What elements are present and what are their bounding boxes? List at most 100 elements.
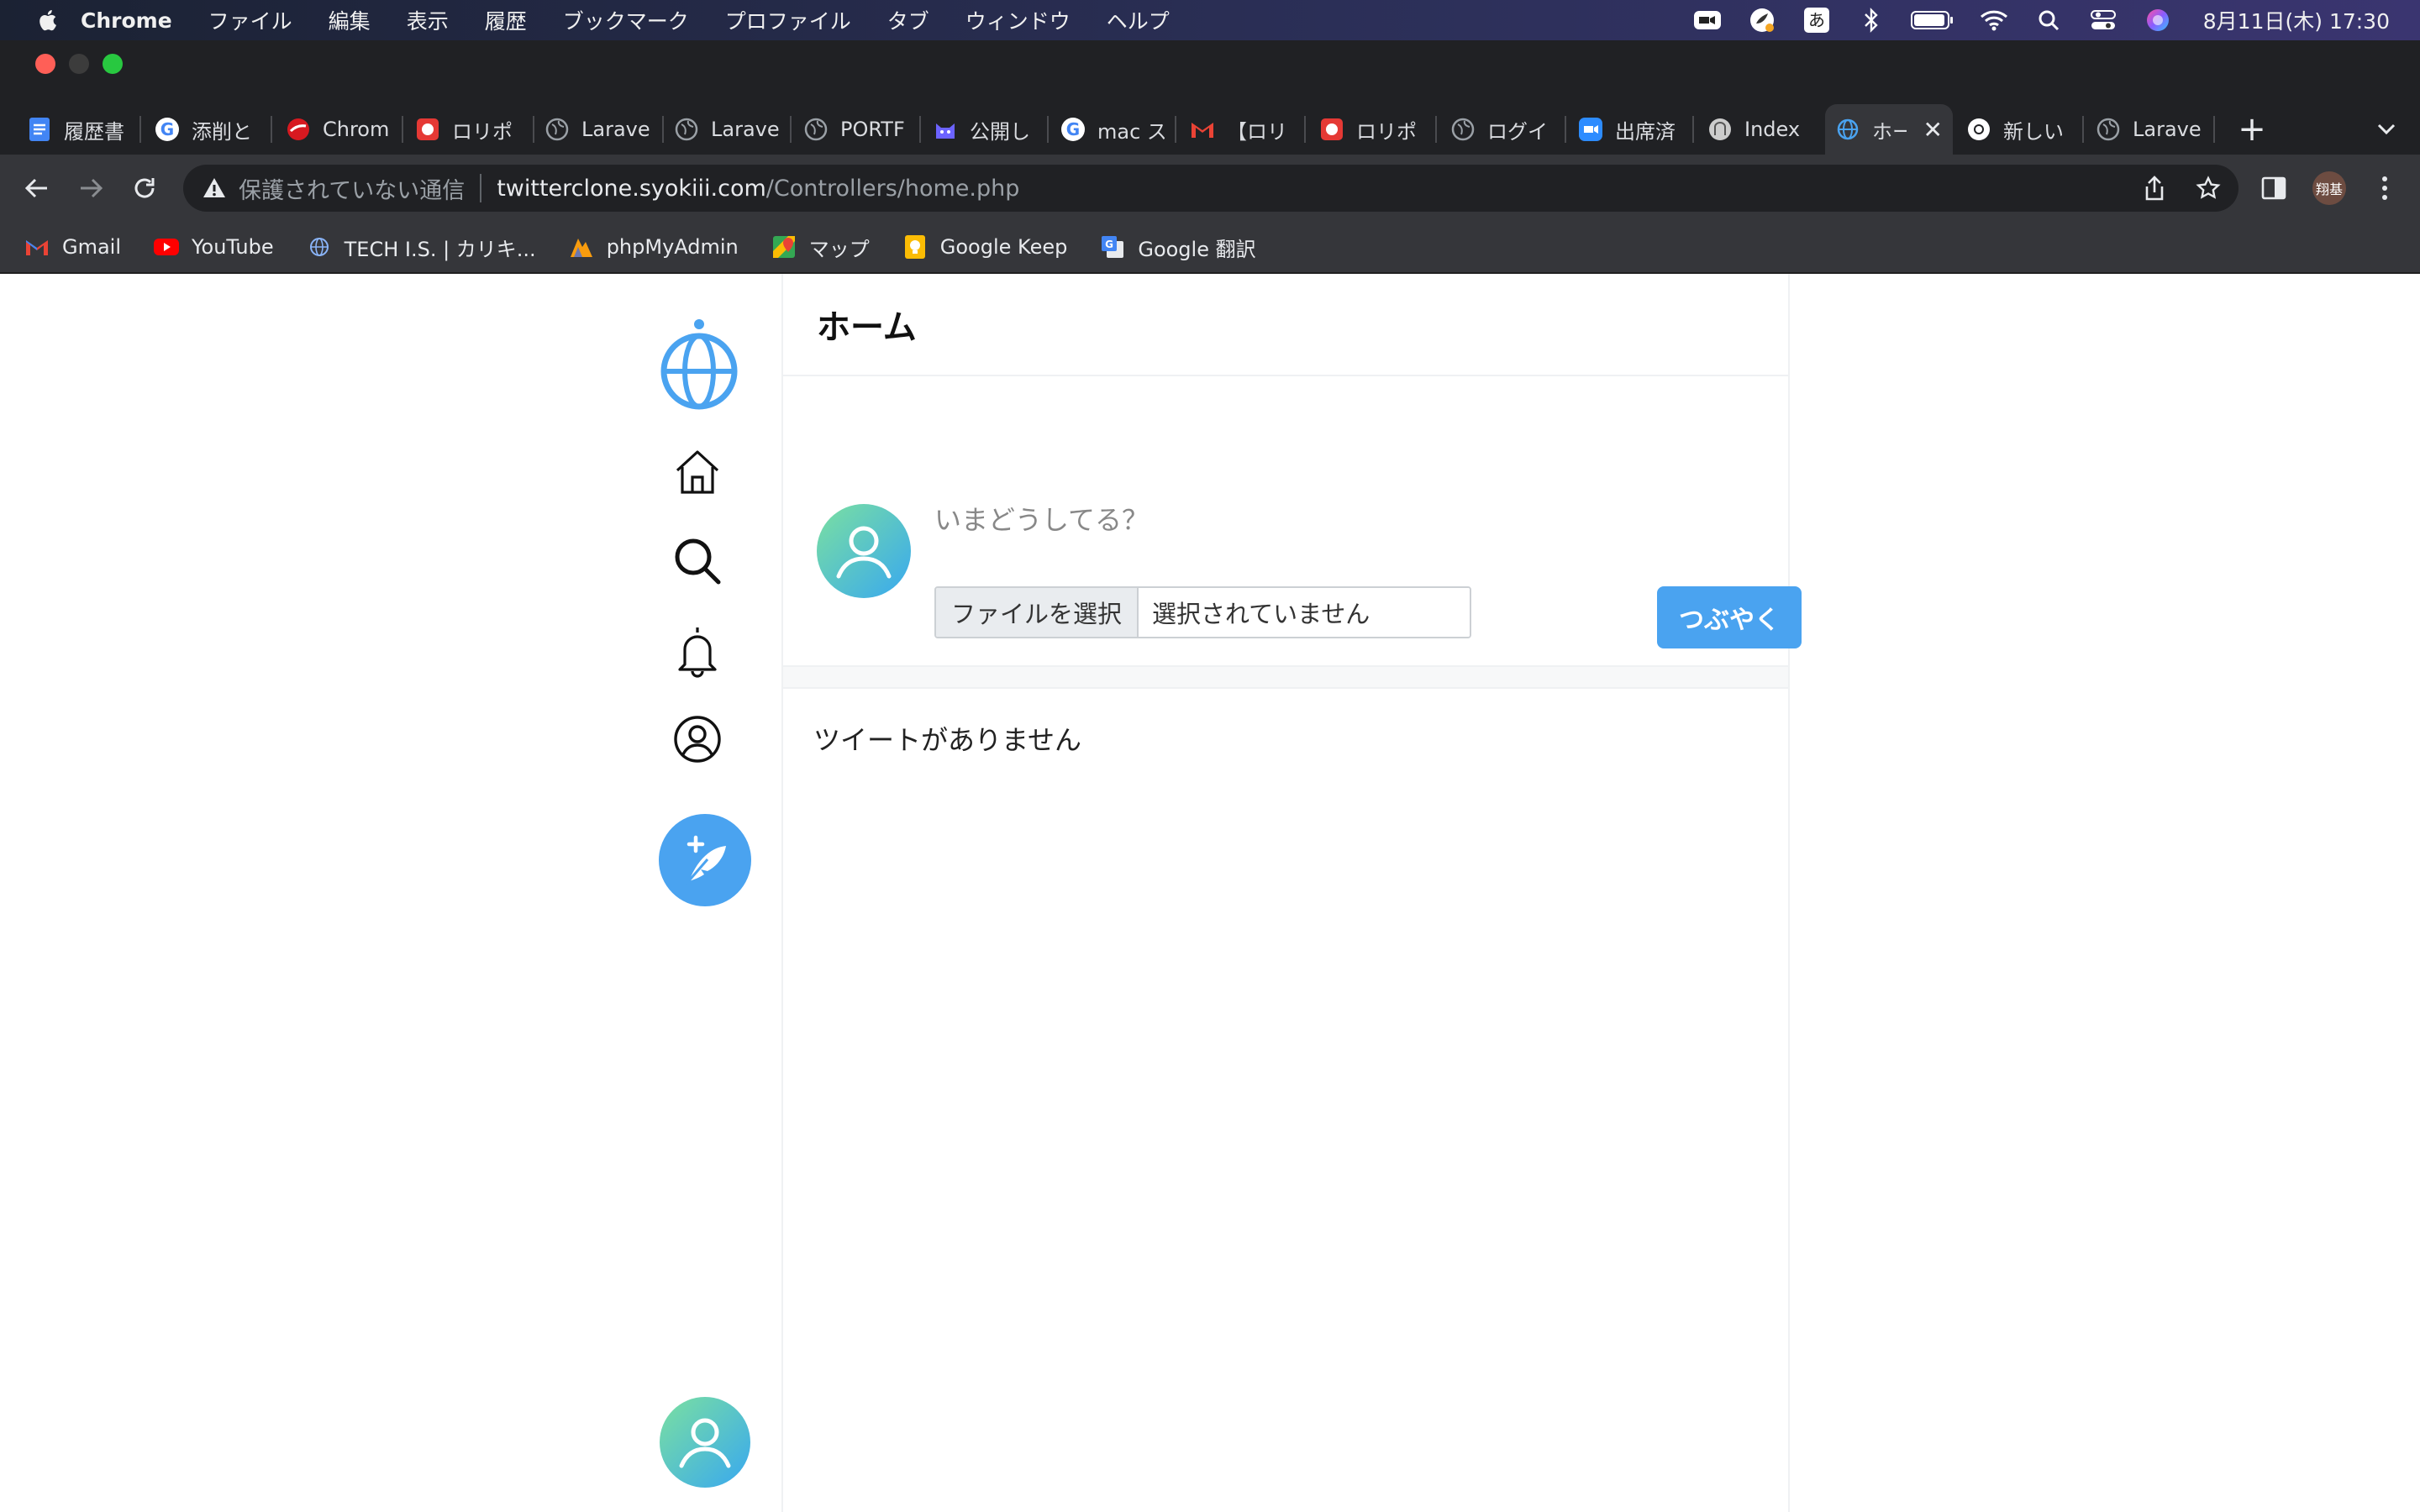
globe-icon [1450,117,1476,142]
tab-label: Index [1744,118,1801,141]
tab[interactable]: Larave [674,104,780,155]
tab-separator [139,116,141,143]
bookmark-label: YouTube [192,235,274,259]
bookmark-google-keep[interactable]: Google Keep [902,234,1067,260]
bookmark-gmail[interactable]: Gmail [24,234,121,260]
input-method-icon[interactable]: あ [1802,8,1832,33]
side-navigation [639,274,781,1512]
menu-app-name[interactable]: Chrome [81,8,172,33]
choose-file-button[interactable]: ファイルを選択 [936,588,1139,637]
tab[interactable]: ロリポ [1319,104,1423,155]
tab-search-chevron-icon[interactable] [2370,104,2403,155]
tab[interactable]: 新しい [1966,104,2072,155]
zoom-icon [1578,117,1603,142]
search-icon[interactable] [672,536,723,586]
bookmark-star-icon[interactable] [2191,171,2225,205]
svg-text:G: G [160,119,174,139]
submit-tweet-button[interactable]: つぶやく [1657,586,1802,648]
menu-bookmarks[interactable]: ブックマーク [563,5,689,35]
kebab-menu-icon[interactable] [2368,171,2402,205]
account-avatar[interactable] [659,1396,751,1488]
site-logo-globe-icon[interactable] [657,316,741,413]
wifi-icon[interactable] [1979,8,2009,33]
menu-profiles[interactable]: プロファイル [725,5,851,35]
tab-separator [402,116,403,143]
security-status-label[interactable]: 保護されていない通信 [239,172,465,205]
cat-icon [933,117,958,142]
tab[interactable]: 【ロリ [1190,104,1294,155]
menu-tab[interactable]: タブ [887,5,929,35]
menu-file[interactable]: ファイル [208,5,292,35]
reload-icon[interactable] [124,168,165,208]
tab[interactable]: 履歴書 [27,104,126,155]
file-status-text: 選択されていません [1139,588,1470,637]
home-icon[interactable] [672,447,723,497]
tab-label: 公開し [970,119,1030,144]
bookmark-google-translate[interactable]: G Google 翻訳 [1099,233,1256,262]
tab-separator [1435,116,1437,143]
tab[interactable]: Larave [544,104,650,155]
menubar-clock[interactable]: 8月11日(木) 17:30 [2203,5,2390,35]
bookmark-youtube[interactable]: YouTube [153,234,274,260]
siri-icon[interactable] [2143,8,2173,33]
menu-view[interactable]: 表示 [407,5,449,35]
tab[interactable]: G 添削と [155,104,257,155]
url-host[interactable]: twitterclone.syokiii.com [497,176,766,202]
globe-icon [803,117,829,142]
tab[interactable]: 公開し [933,104,1037,155]
google-icon: G [155,117,180,142]
tab-label: mac ス [1097,119,1165,144]
window-close-button[interactable] [35,54,55,74]
bluetooth-icon[interactable] [1856,8,1886,33]
side-panel-icon[interactable] [2257,171,2291,205]
forward-arrow-icon[interactable] [71,168,111,208]
apple-logo-icon[interactable] [37,8,57,32]
site-globe-icon [1835,117,1860,142]
tab[interactable]: Chrom [286,104,388,155]
menu-window[interactable]: ウィンドウ [965,5,1071,35]
address-bar[interactable]: 保護されていない通信 twitterclone.syokiii.com/Cont… [183,165,2238,212]
bookmark-tech-is[interactable]: TECH I.S. | カリキ... [306,233,536,262]
window-minimize-button[interactable] [69,54,89,74]
tab[interactable]: ロリポ [415,104,523,155]
profile-avatar[interactable]: 翔基 [2312,171,2346,205]
profile-circle-icon[interactable] [672,714,723,764]
tab[interactable]: ログイ [1450,104,1555,155]
menu-history[interactable]: 履歴 [485,5,527,35]
globe-icon [674,117,699,142]
elephant-icon [1707,117,1733,142]
compose-tweet-button[interactable] [659,813,751,907]
notification-bell-icon[interactable] [672,625,723,679]
spotlight-icon[interactable] [2033,8,2064,33]
file-upload-input[interactable]: ファイルを選択 選択されていません [934,586,1472,638]
tab-separator [2213,116,2215,143]
google-docs-icon [27,117,52,142]
tab[interactable]: Larave [2096,104,2202,155]
app-icon[interactable] [1747,8,1777,33]
zoom-icon[interactable] [1692,8,1723,33]
tab[interactable]: 出席済 [1578,104,1682,155]
tab-active[interactable]: ホー ✕ [1825,104,1953,155]
youtube-icon [153,234,180,260]
tab[interactable]: PORTF [803,104,908,155]
composer-avatar [817,504,911,601]
share-icon[interactable] [2138,171,2171,205]
empty-timeline-message: ツイートがありません [813,724,1082,756]
control-center-icon[interactable] [2088,8,2118,33]
menu-help[interactable]: ヘルプ [1107,5,1170,35]
tab-separator [662,116,664,143]
lolipop-icon [1319,117,1344,142]
tab[interactable]: Index [1707,104,1817,155]
tab-close-icon[interactable]: ✕ [1923,116,1943,144]
bookmark-phpmyadmin[interactable]: phpMyAdmin [568,234,739,260]
warning-icon[interactable] [202,176,227,201]
window-zoom-button[interactable] [103,54,123,74]
bookmark-maps[interactable]: マップ [771,233,870,262]
new-tab-button[interactable]: + [2235,104,2269,155]
tab[interactable]: G mac ス [1060,104,1165,155]
tab-separator [1047,116,1049,143]
back-arrow-icon[interactable] [17,168,57,208]
battery-icon[interactable] [1910,8,1954,33]
url-path[interactable]: /Controllers/home.php [766,176,1020,202]
menu-edit[interactable]: 編集 [329,5,371,35]
